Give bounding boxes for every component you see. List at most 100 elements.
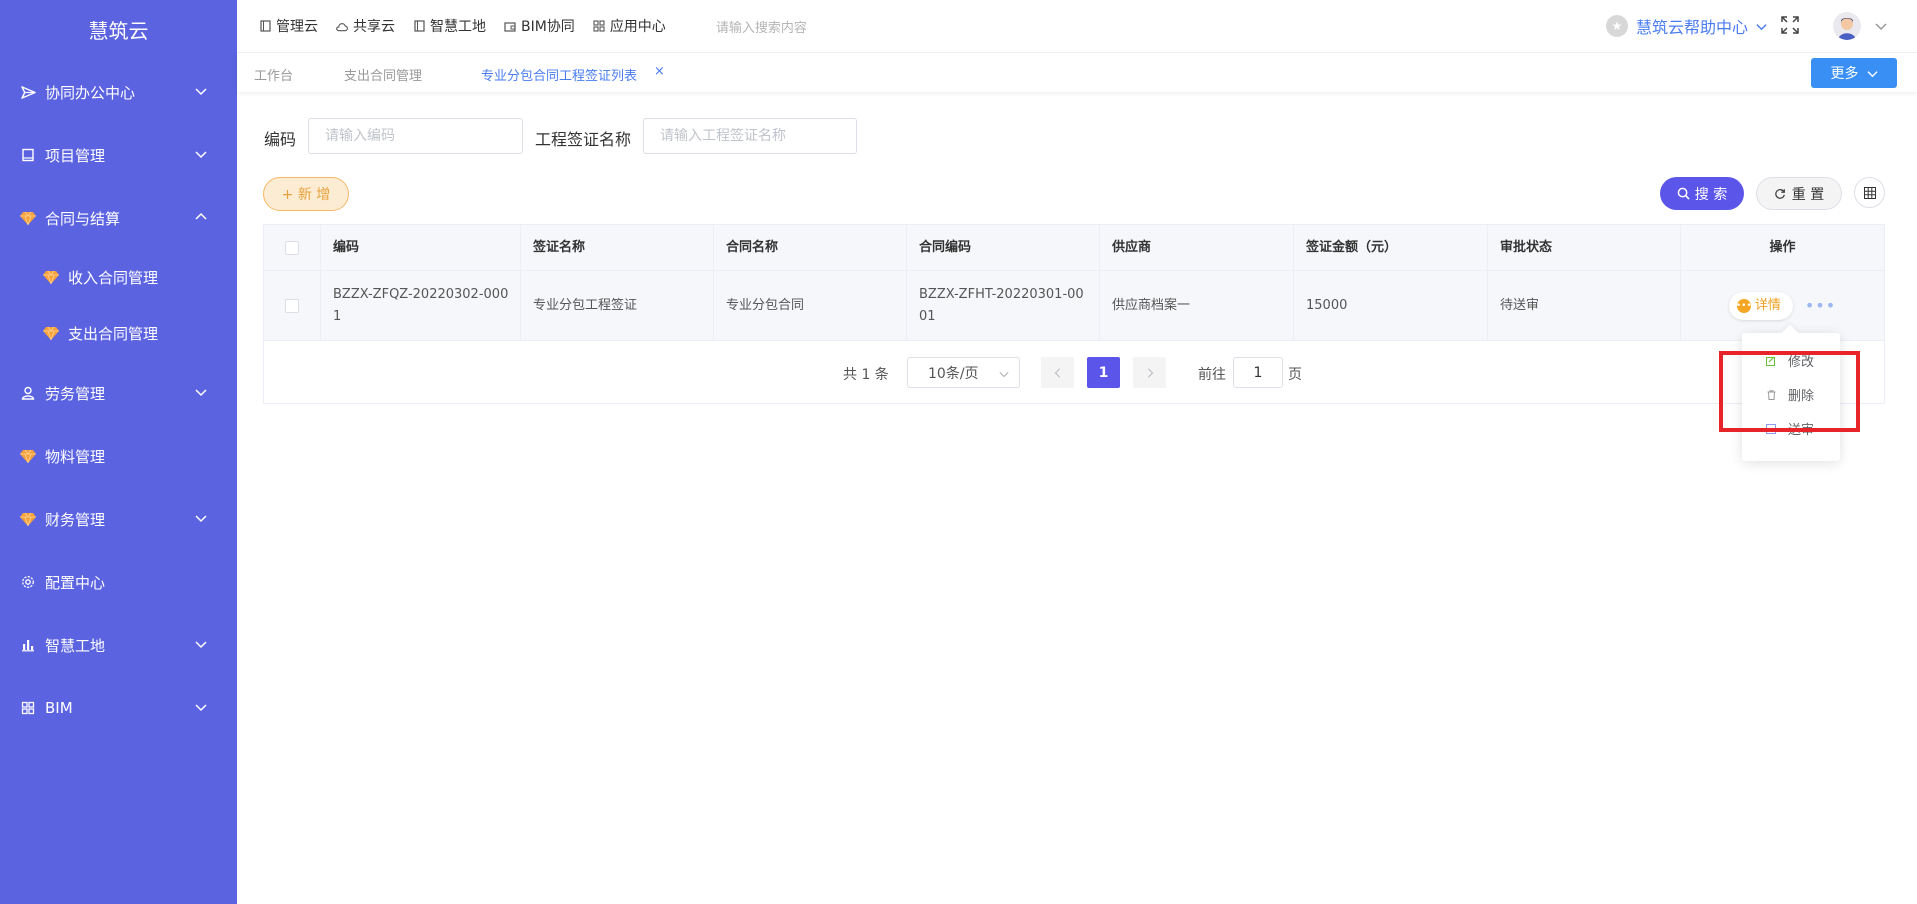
sidebar-item-label: 智慧工地 <box>45 636 106 655</box>
refresh-icon <box>1774 188 1785 199</box>
send-icon <box>1766 423 1776 434</box>
top-nav-management-cloud[interactable]: 管理云 <box>259 16 318 36</box>
help-center-link[interactable]: ★ 慧筑云帮助中心 <box>1605 14 1767 38</box>
doc-icon <box>413 20 425 32</box>
header-actions: 操作 <box>1769 239 1796 255</box>
gem-icon <box>19 510 37 528</box>
sidebar-item-expense-contract[interactable]: 支出合同管理 <box>0 313 237 353</box>
sidebar-item-label: 项目管理 <box>45 146 106 165</box>
edit-icon <box>1766 356 1776 366</box>
cell-contract-name: 专业分包合同 <box>714 271 907 340</box>
close-icon[interactable]: × <box>654 64 665 79</box>
tab-subcontract-visa-list[interactable]: 专业分包合同工程签证列表 <box>481 65 637 84</box>
grid-icon <box>593 20 605 32</box>
sidebar-item-labor[interactable]: 劳务管理 <box>0 373 237 413</box>
header-code: 编码 <box>321 225 521 270</box>
top-nav-smart-site[interactable]: 智慧工地 <box>413 16 486 36</box>
gem-icon <box>42 324 60 342</box>
sidebar-item-label: 支出合同管理 <box>68 324 159 343</box>
visa-table: 编码 签证名称 合同名称 合同编码 供应商 签证金额（元） 审批状态 操作 BZ… <box>263 224 1885 404</box>
sidebar-item-label: 收入合同管理 <box>68 268 159 287</box>
column-settings-button[interactable] <box>1854 177 1885 208</box>
cell-actions: ••• 详情 ••• <box>1681 271 1884 340</box>
add-button[interactable]: + 新 增 <box>263 177 349 211</box>
top-nav-bim[interactable]: BIM协同 <box>504 16 575 36</box>
wallet-icon <box>504 20 516 32</box>
detail-button[interactable]: ••• 详情 <box>1728 291 1793 320</box>
more-button[interactable]: 更多 <box>1811 58 1897 88</box>
cell-supplier: 供应商档案一 <box>1100 271 1294 340</box>
sidebar-item-finance[interactable]: 财务管理 <box>0 499 237 539</box>
trash-icon <box>1766 389 1776 400</box>
grid-icon <box>19 699 37 717</box>
tabs-bar: 工作台 支出合同管理 专业分包合同工程签证列表 × 更多 <box>237 52 1917 92</box>
chevron-down-icon <box>195 88 207 96</box>
sidebar-item-project[interactable]: 项目管理 <box>0 135 237 175</box>
code-input[interactable] <box>308 118 523 154</box>
header-contract-name: 合同名称 <box>714 225 907 270</box>
fullscreen-icon[interactable] <box>1781 16 1799 34</box>
sidebar-item-label: BIM <box>45 699 73 717</box>
sidebar-item-contract-settlement[interactable]: 合同与结算 <box>0 198 237 238</box>
sidebar-item-material[interactable]: 物料管理 <box>0 436 237 476</box>
sidebar: 慧筑云 协同办公中心 项目管理 合同与结算 收入合同管理 支出合同管理 劳务管理… <box>0 0 237 904</box>
sidebar-item-label: 协同办公中心 <box>45 83 136 102</box>
chevron-down-icon <box>1866 70 1878 77</box>
select-all-checkbox[interactable] <box>285 240 299 255</box>
top-nav-app-center[interactable]: 应用中心 <box>593 16 666 36</box>
sidebar-item-income-contract[interactable]: 收入合同管理 <box>0 257 237 297</box>
top-nav-share-cloud[interactable]: 共享云 <box>336 16 395 36</box>
sidebar-item-label: 劳务管理 <box>45 384 106 403</box>
visa-name-input[interactable] <box>643 118 857 154</box>
sidebar-item-label: 合同与结算 <box>45 209 121 228</box>
search-button[interactable]: 搜 索 <box>1660 177 1744 210</box>
row-checkbox[interactable] <box>285 298 299 313</box>
header-amount: 签证金额（元） <box>1294 225 1488 270</box>
reset-button[interactable]: 重 置 <box>1756 177 1842 210</box>
gear-icon <box>19 573 37 591</box>
more-actions-icon[interactable]: ••• <box>1805 295 1836 317</box>
tab-workbench[interactable]: 工作台 <box>254 65 293 84</box>
sidebar-item-label: 配置中心 <box>45 573 106 592</box>
send-icon <box>19 83 37 101</box>
menu-item-delete[interactable]: 删除 <box>1766 385 1814 404</box>
top-search-input[interactable]: 请输入搜索内容 <box>716 17 807 36</box>
chevron-right-icon <box>1147 367 1153 378</box>
gem-icon <box>19 209 37 227</box>
sidebar-item-bim[interactable]: BIM <box>0 688 237 728</box>
next-page-button[interactable] <box>1133 357 1166 388</box>
user-icon <box>19 384 37 402</box>
header-contract-code: 合同编码 <box>907 225 1100 270</box>
chevron-up-icon <box>195 212 207 220</box>
gem-icon <box>19 447 37 465</box>
tab-expense-contract[interactable]: 支出合同管理 <box>344 65 422 84</box>
header-status: 审批状态 <box>1488 225 1681 270</box>
doc-icon <box>259 20 271 32</box>
pagination-total: 共 1 条 <box>843 367 889 383</box>
menu-item-edit[interactable]: 修改 <box>1766 351 1814 370</box>
chevron-down-icon <box>195 389 207 397</box>
cell-visa-name: 专业分包工程签证 <box>521 271 714 340</box>
code-label: 编码 <box>264 130 297 149</box>
chevron-down-icon <box>999 371 1009 378</box>
sidebar-item-config[interactable]: 配置中心 <box>0 562 237 602</box>
page-size-select[interactable]: 10条/页 <box>907 357 1020 388</box>
table-header: 编码 签证名称 合同名称 合同编码 供应商 签证金额（元） 审批状态 操作 <box>264 225 1884 271</box>
cell-contract-code: BZZX-ZFHT-20220301-00 01 <box>907 271 1100 340</box>
avatar[interactable] <box>1833 12 1861 40</box>
goto-page-input[interactable] <box>1233 357 1283 388</box>
book-icon <box>19 146 37 164</box>
cell-amount: 15000 <box>1294 271 1488 340</box>
cell-code: BZZX-ZFQZ-20220302-000 1 <box>321 271 521 340</box>
sidebar-item-smart-site[interactable]: 智慧工地 <box>0 625 237 665</box>
page-number-current[interactable]: 1 <box>1087 357 1120 388</box>
visa-name-label: 工程签证名称 <box>535 130 632 149</box>
sidebar-item-collab-office[interactable]: 协同办公中心 <box>0 72 237 112</box>
cloud-icon <box>336 20 348 32</box>
prev-page-button[interactable] <box>1041 357 1074 388</box>
chevron-down-icon <box>195 151 207 159</box>
chevron-down-icon[interactable] <box>1875 20 1887 32</box>
menu-item-submit[interactable]: 送审 <box>1766 419 1814 438</box>
gem-icon <box>42 268 60 286</box>
more-circle-icon: ••• <box>1735 298 1752 313</box>
